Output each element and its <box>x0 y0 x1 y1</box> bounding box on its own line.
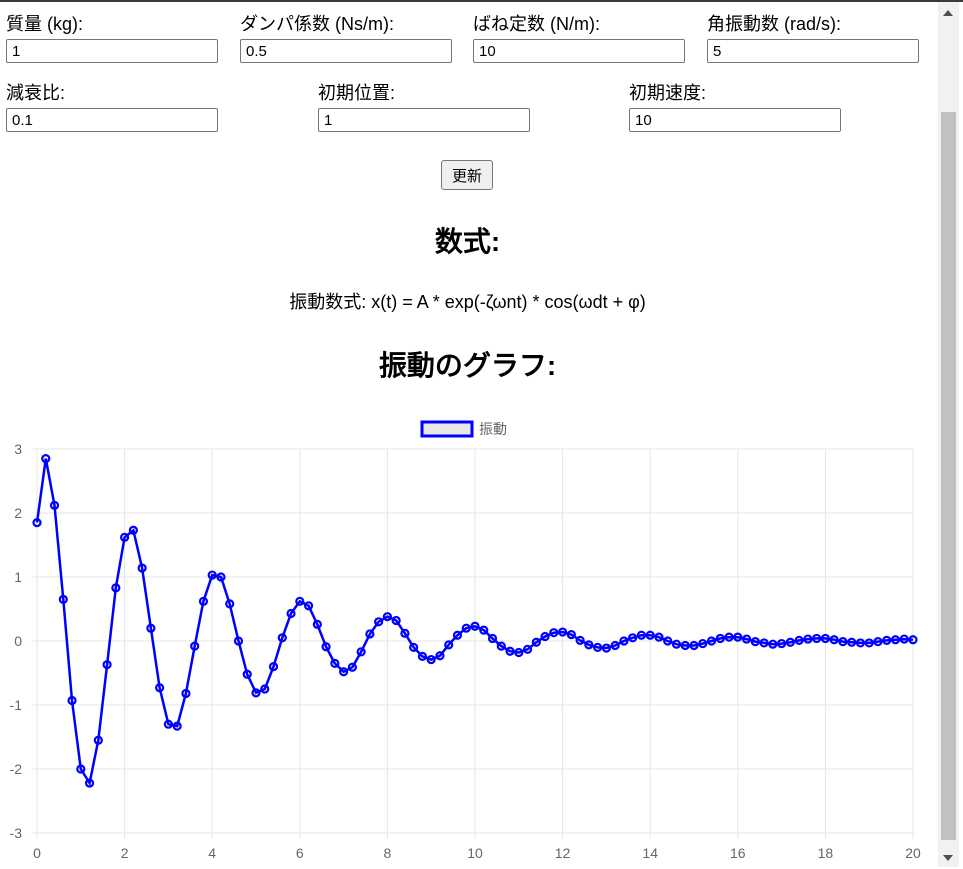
initial-velocity-input[interactable] <box>629 108 841 132</box>
x-tick-label: 10 <box>467 845 483 861</box>
legend-label: 振動 <box>479 421 507 437</box>
y-tick-label: 1 <box>14 569 22 585</box>
damper-input[interactable] <box>240 39 452 63</box>
legend-swatch <box>420 420 474 438</box>
damper-label: ダンパ係数 (Ns/m): <box>240 14 394 34</box>
mass-label: 質量 (kg): <box>6 14 84 34</box>
initial-position-field: 初期位置: <box>318 83 530 132</box>
angular-frequency-input[interactable] <box>707 39 919 63</box>
damping-ratio-label: 減衰比: <box>6 83 66 103</box>
graph-heading: 振動のグラフ: <box>378 350 557 381</box>
x-tick-label: 12 <box>555 845 571 861</box>
angular-frequency-field: 角振動数 (rad/s): <box>707 14 919 63</box>
initial-position-input[interactable] <box>318 108 530 132</box>
scrollbar-thumb[interactable] <box>941 112 956 840</box>
window-top-border <box>0 0 963 2</box>
spring-label: ばね定数 (N/m): <box>473 14 600 34</box>
damping-ratio-input[interactable] <box>6 108 218 132</box>
damping-ratio-field: 減衰比: <box>6 83 218 132</box>
x-tick-label: 6 <box>296 845 304 861</box>
scroll-down-icon[interactable] <box>943 855 953 861</box>
x-tick-label: 8 <box>384 845 392 861</box>
vertical-scrollbar[interactable] <box>938 2 959 867</box>
formula-heading: 数式: <box>434 226 501 257</box>
vibration-chart: 振動 0 2 4 6 8 10 12 14 16 18 203210-1-2-3 <box>10 420 921 861</box>
y-tick-label: 0 <box>14 633 22 649</box>
spring-field: ばね定数 (N/m): <box>473 14 685 63</box>
initial-position-label: 初期位置: <box>318 83 396 103</box>
x-tick-label: 16 <box>730 845 746 861</box>
y-tick-label: -2 <box>10 761 23 777</box>
y-tick-label: 2 <box>14 505 22 521</box>
formula-text: 振動数式: x(t) = A * exp(-ζωnt) * cos(ωdt + … <box>289 292 646 312</box>
x-tick-label: 2 <box>121 845 129 861</box>
x-tick-label: 0 <box>33 845 41 861</box>
x-tick-label: 14 <box>642 845 658 861</box>
x-tick-label: 4 <box>208 845 216 861</box>
spring-input[interactable] <box>473 39 685 63</box>
scroll-up-icon[interactable] <box>943 10 953 16</box>
chart-ticks: 0 2 4 6 8 10 12 14 16 18 203210-1-2-3 <box>10 441 921 861</box>
y-tick-label: 3 <box>14 441 22 457</box>
x-tick-label: 20 <box>905 845 921 861</box>
mass-field: 質量 (kg): <box>6 14 218 63</box>
initial-velocity-label: 初期速度: <box>629 83 707 103</box>
x-tick-label: 18 <box>818 845 834 861</box>
update-button[interactable]: 更新 <box>441 160 493 190</box>
initial-velocity-field: 初期速度: <box>629 83 841 132</box>
angular-frequency-label: 角振動数 (rad/s): <box>707 14 842 34</box>
mass-input[interactable] <box>6 39 218 63</box>
chart-legend[interactable]: 振動 <box>420 420 507 438</box>
y-tick-label: -3 <box>10 825 23 841</box>
y-tick-label: -1 <box>10 697 23 713</box>
damper-field: ダンパ係数 (Ns/m): <box>240 14 452 63</box>
